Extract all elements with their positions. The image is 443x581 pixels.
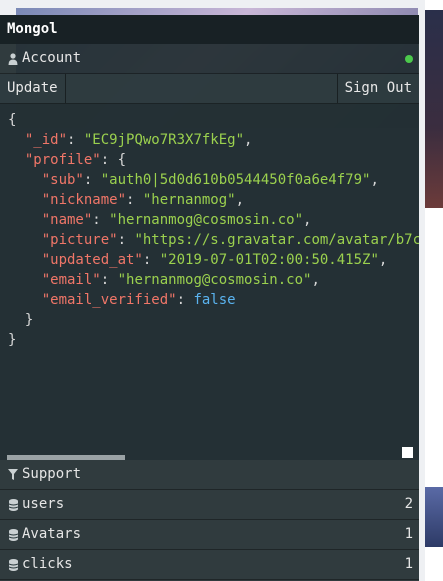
funnel-icon (7, 469, 19, 481)
collection-row-users[interactable]: users 2 (0, 490, 419, 520)
user-icon (7, 52, 19, 65)
json-key: "name" (41, 212, 93, 228)
json-key: "_id" (24, 132, 68, 148)
mongol-panel: Mongol Account Update Sign Out { "_id": … (0, 15, 419, 581)
collection-count: 1 (404, 526, 413, 542)
json-value: "https://s.gravatar.com/avatar/b7c (134, 232, 419, 248)
collection-name: Avatars (22, 526, 82, 542)
collection-count: 2 (404, 496, 413, 512)
support-section-header[interactable]: Support (0, 460, 419, 490)
connection-status-dot (405, 55, 413, 63)
json-value: false (193, 292, 236, 308)
collection-row-avatars[interactable]: Avatars 1 (0, 520, 419, 550)
collection-name: clicks (22, 556, 73, 572)
collection-row-clicks[interactable]: clicks 1 (0, 550, 419, 580)
sign-out-button[interactable]: Sign Out (336, 74, 419, 103)
update-button[interactable]: Update (0, 74, 66, 103)
background-right-image-2 (425, 487, 443, 547)
account-label: Account (22, 50, 82, 66)
resize-handle[interactable] (402, 447, 413, 458)
account-toolbar: Update Sign Out (0, 74, 419, 104)
json-key: "profile" (24, 152, 101, 168)
panel-title[interactable]: Mongol (0, 15, 419, 44)
database-icon (7, 558, 19, 571)
json-key: "updated_at" (41, 252, 143, 268)
database-icon (7, 498, 19, 511)
database-icon (7, 528, 19, 541)
support-label: Support (22, 466, 82, 482)
document-viewer[interactable]: { "_id": "EC9jPQwo7R3X7fkEg", "profile":… (0, 104, 419, 460)
json-key: "email_verified" (41, 292, 177, 308)
json-key: "nickname" (41, 192, 127, 208)
json-value: "auth0|5d0d610b0544450f0a6e4f79" (100, 172, 371, 188)
background-right-image (425, 10, 443, 208)
collection-count: 1 (404, 556, 413, 572)
json-key: "email" (41, 272, 101, 288)
json-key: "picture" (41, 232, 118, 248)
json-document: { "_id": "EC9jPQwo7R3X7fkEg", "profile":… (0, 104, 419, 350)
json-value: "EC9jPQwo7R3X7fkEg" (83, 132, 245, 148)
account-section-header[interactable]: Account (0, 44, 419, 74)
json-key: "sub" (41, 172, 84, 188)
json-value: "hernanmog@cosmosin.co" (109, 212, 304, 228)
collection-name: users (22, 496, 65, 512)
json-value: "hernanmog" (142, 192, 236, 208)
json-value: "2019-07-01T02:00:50.415Z" (159, 252, 379, 268)
json-value: "hernanmog@cosmosin.co" (117, 272, 312, 288)
